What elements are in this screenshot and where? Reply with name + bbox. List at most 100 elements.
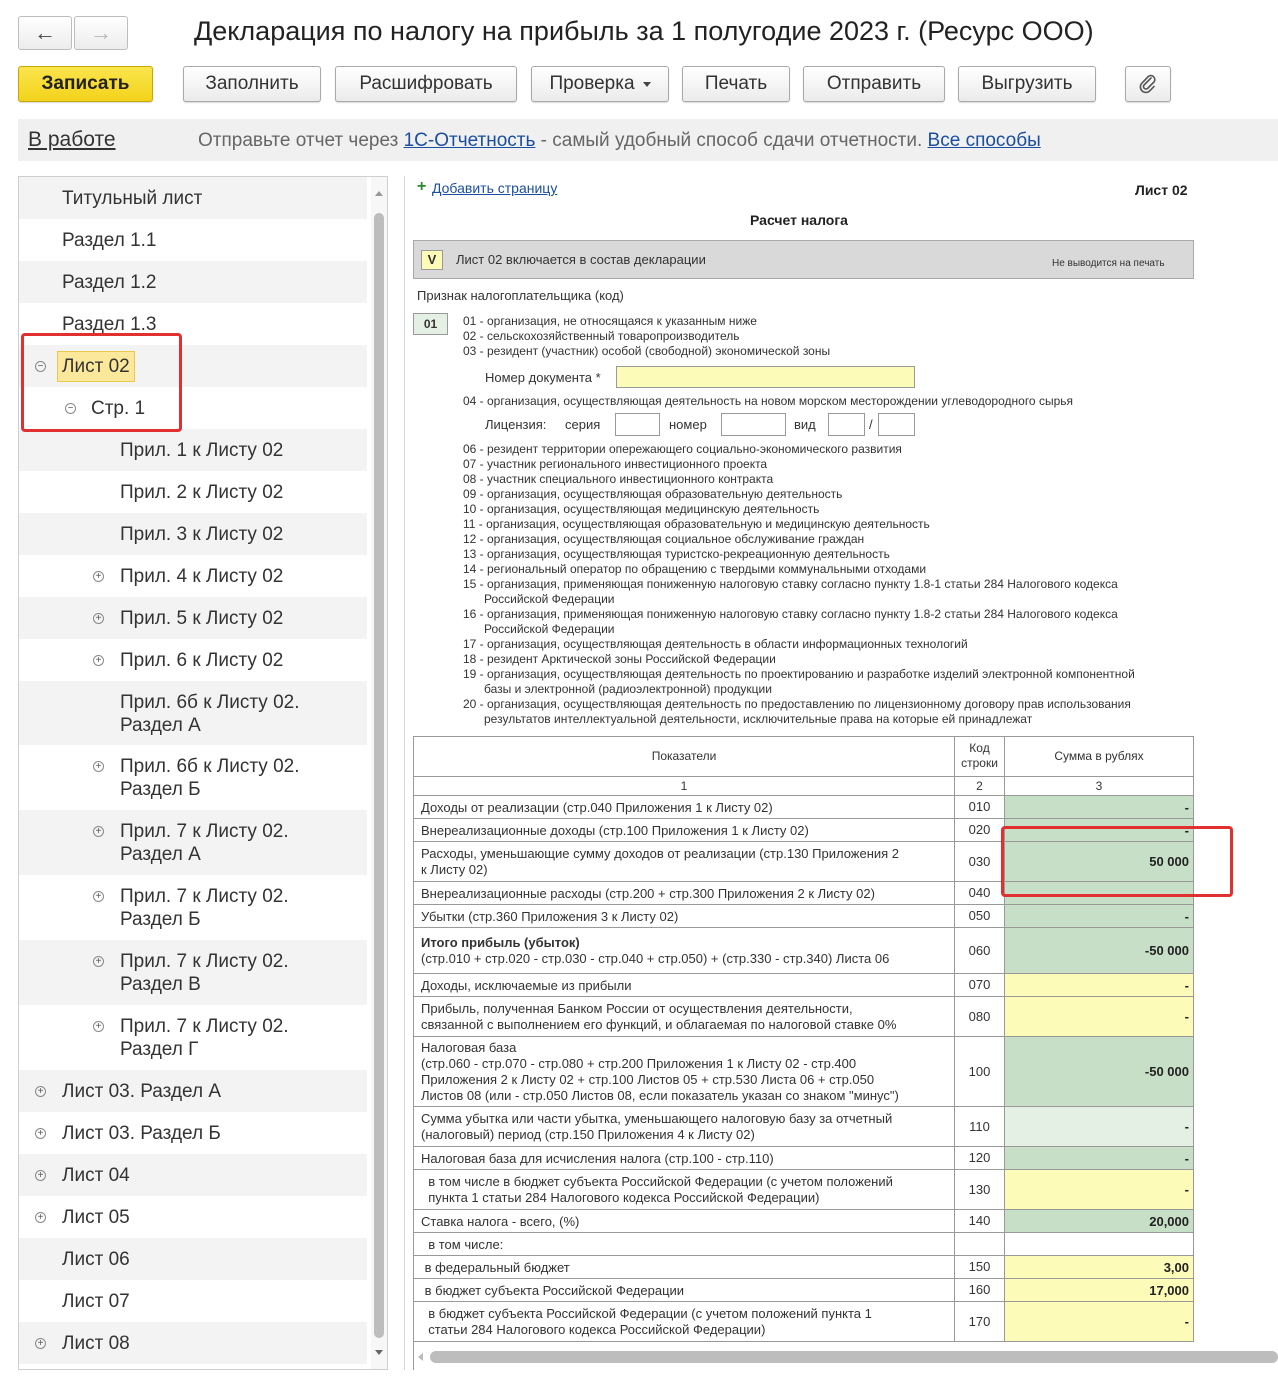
- export-button[interactable]: Выгрузить: [958, 66, 1096, 102]
- tree-item-app-3[interactable]: Прил. 3 к Листу 02: [19, 513, 367, 555]
- tree-item-app-6b-b[interactable]: + Прил. 6б к Листу 02. Раздел Б: [19, 745, 367, 810]
- expand-icon[interactable]: +: [93, 571, 104, 582]
- indicator-cell: Внереализационные расходы (стр.200 + стр…: [414, 882, 955, 905]
- row-value-cell: [1005, 1233, 1194, 1256]
- expand-icon[interactable]: +: [93, 761, 104, 772]
- tree-item-app-7-g[interactable]: + Прил. 7 к Листу 02. Раздел Г: [19, 1005, 367, 1070]
- row-value-cell[interactable]: -: [1005, 796, 1194, 819]
- expand-icon[interactable]: +: [93, 956, 104, 967]
- tree-item-label: Лист 06: [62, 1249, 130, 1270]
- indicator-text: Приложения 2 к Листу 02 + стр.100 Листов…: [421, 1072, 875, 1087]
- expand-icon[interactable]: +: [35, 1170, 46, 1181]
- tree-item-section-1-2[interactable]: Раздел 1.2: [19, 261, 367, 303]
- row-value-cell[interactable]: -: [1005, 1107, 1194, 1147]
- scroll-left-icon[interactable]: [416, 1352, 424, 1362]
- expand-icon[interactable]: +: [35, 1212, 46, 1223]
- row-value-cell[interactable]: 20,000: [1005, 1210, 1194, 1233]
- forward-button[interactable]: →: [74, 16, 128, 50]
- tree-item-app-6[interactable]: + Прил. 6 к Листу 02: [19, 639, 367, 681]
- row-value-cell[interactable]: -: [1005, 974, 1194, 997]
- row-value-cell[interactable]: -: [1005, 1147, 1194, 1170]
- tree-item-sheet-07[interactable]: Лист 07: [19, 1280, 367, 1322]
- row-value-cell[interactable]: -: [1005, 997, 1194, 1037]
- row-value-cell[interactable]: 17,000: [1005, 1279, 1194, 1302]
- expand-icon[interactable]: +: [93, 613, 104, 624]
- header-num-3: 3: [1005, 777, 1194, 796]
- scroll-up-icon[interactable]: [374, 189, 384, 197]
- row-value-cell[interactable]: -50 000: [1005, 928, 1194, 974]
- indicator-text: Внереализационные расходы (стр.200 + стр…: [421, 885, 875, 901]
- status-state-link[interactable]: В работе: [28, 128, 116, 152]
- tree-item-label: Прил. 6б к Листу 02.: [120, 692, 300, 713]
- back-button[interactable]: ←: [18, 16, 72, 50]
- add-page-link[interactable]: Добавить страницу: [432, 180, 557, 196]
- codes-list-b: 06 - резидент территории опережающего со…: [463, 442, 1135, 727]
- attach-button[interactable]: [1125, 66, 1171, 102]
- form-horizontal-scrollbar[interactable]: [430, 1351, 1278, 1363]
- send-button[interactable]: Отправить: [803, 66, 945, 102]
- tree-item-app-7-a[interactable]: + Прил. 7 к Листу 02. Раздел А: [19, 810, 367, 875]
- tree-scrollbar-thumb[interactable]: [374, 213, 384, 1338]
- tree-item-app-2[interactable]: Прил. 2 к Листу 02: [19, 471, 367, 513]
- tree-item-sheet-03-a[interactable]: + Лист 03. Раздел А: [19, 1070, 367, 1112]
- all-ways-link[interactable]: Все способы: [928, 130, 1041, 151]
- taxpayer-code-field[interactable]: 01: [413, 313, 448, 335]
- row-value-cell[interactable]: -50 000: [1005, 1037, 1194, 1107]
- tree-item-app-4[interactable]: + Прил. 4 к Листу 02: [19, 555, 367, 597]
- tree-item-sheet-06[interactable]: Лист 06: [19, 1238, 367, 1280]
- expand-icon[interactable]: +: [35, 1128, 46, 1139]
- doc-number-input[interactable]: [616, 366, 915, 388]
- tree-item-sheet-05[interactable]: + Лист 05: [19, 1196, 367, 1238]
- window-title: Декларация по налогу на прибыль за 1 пол…: [194, 16, 1094, 46]
- doc-number-label: Номер документа *: [485, 370, 601, 385]
- code-line: Российской Федерации: [484, 592, 615, 606]
- license-kind-input[interactable]: [828, 413, 865, 436]
- tree-item-app-1[interactable]: Прил. 1 к Листу 02: [19, 429, 367, 471]
- expand-icon[interactable]: +: [93, 826, 104, 837]
- indicator-text: в федеральный бюджет: [421, 1259, 570, 1275]
- tree-item-section-1-1[interactable]: Раздел 1.1: [19, 219, 367, 261]
- indicator-text: Налоговая база: [421, 1040, 517, 1055]
- row-value-cell[interactable]: -: [1005, 1302, 1194, 1342]
- tree-item-sheet-08[interactable]: + Лист 08: [19, 1322, 367, 1364]
- license-kind2-input[interactable]: [878, 413, 915, 436]
- indicator-cell: Убытки (стр.360 Приложения 3 к Листу 02): [414, 905, 955, 928]
- expand-icon[interactable]: +: [93, 655, 104, 666]
- expand-icon[interactable]: +: [35, 1338, 46, 1349]
- reporting-link[interactable]: 1С-Отчетность: [404, 130, 536, 151]
- row-code-cell: 120: [955, 1147, 1005, 1170]
- tree-item-app-7-b[interactable]: + Прил. 7 к Листу 02. Раздел Б: [19, 875, 367, 940]
- code-line: 03 - резидент (участник) особой (свободн…: [463, 344, 831, 358]
- license-number-input[interactable]: [721, 413, 786, 436]
- sheet-label: Лист 02: [1135, 182, 1188, 198]
- row-value-cell[interactable]: -: [1005, 905, 1194, 928]
- scroll-down-icon[interactable]: [374, 1349, 384, 1357]
- indicator-cell: Доходы от реализации (стр.040 Приложения…: [414, 796, 955, 819]
- expand-icon[interactable]: +: [93, 891, 104, 902]
- tree-item-sheet-04[interactable]: + Лист 04: [19, 1154, 367, 1196]
- tree-item-app-5[interactable]: + Прил. 5 к Листу 02: [19, 597, 367, 639]
- tree-item-label-line2: Раздел А: [120, 715, 201, 736]
- fill-button[interactable]: Заполнить: [183, 66, 321, 102]
- row-value-cell[interactable]: 3,00: [1005, 1256, 1194, 1279]
- row-value: -50 000: [1144, 1064, 1189, 1079]
- status-message: Отправьте отчет через 1С-Отчетность - са…: [198, 130, 1041, 152]
- tree-item-label: Раздел 1.2: [62, 272, 157, 293]
- indicator-cell: Расходы, уменьшающие сумму доходов от ре…: [414, 842, 955, 882]
- row-value-cell[interactable]: -: [1005, 1170, 1194, 1210]
- tree-item-title-page[interactable]: Титульный лист: [19, 177, 367, 219]
- tree-item-app-6b-a[interactable]: Прил. 6б к Листу 02. Раздел А: [19, 681, 367, 745]
- save-button[interactable]: Записать: [18, 66, 153, 102]
- tree-item-app-7-v[interactable]: + Прил. 7 к Листу 02. Раздел В: [19, 940, 367, 1005]
- tree-item-label: Лист 08: [62, 1333, 130, 1354]
- expand-icon[interactable]: +: [93, 1021, 104, 1032]
- expand-icon[interactable]: +: [35, 1086, 46, 1097]
- code-line: 06 - резидент территории опережающего со…: [463, 442, 902, 456]
- check-button[interactable]: Проверка: [531, 66, 669, 102]
- code-line: 15 - организация, применяющая пониженную…: [463, 577, 1118, 591]
- tree-item-sheet-03-b[interactable]: + Лист 03. Раздел Б: [19, 1112, 367, 1154]
- include-checkbox[interactable]: V: [421, 250, 443, 270]
- print-button[interactable]: Печать: [682, 66, 790, 102]
- decode-button[interactable]: Расшифровать: [335, 66, 517, 102]
- license-series-input[interactable]: [615, 413, 660, 436]
